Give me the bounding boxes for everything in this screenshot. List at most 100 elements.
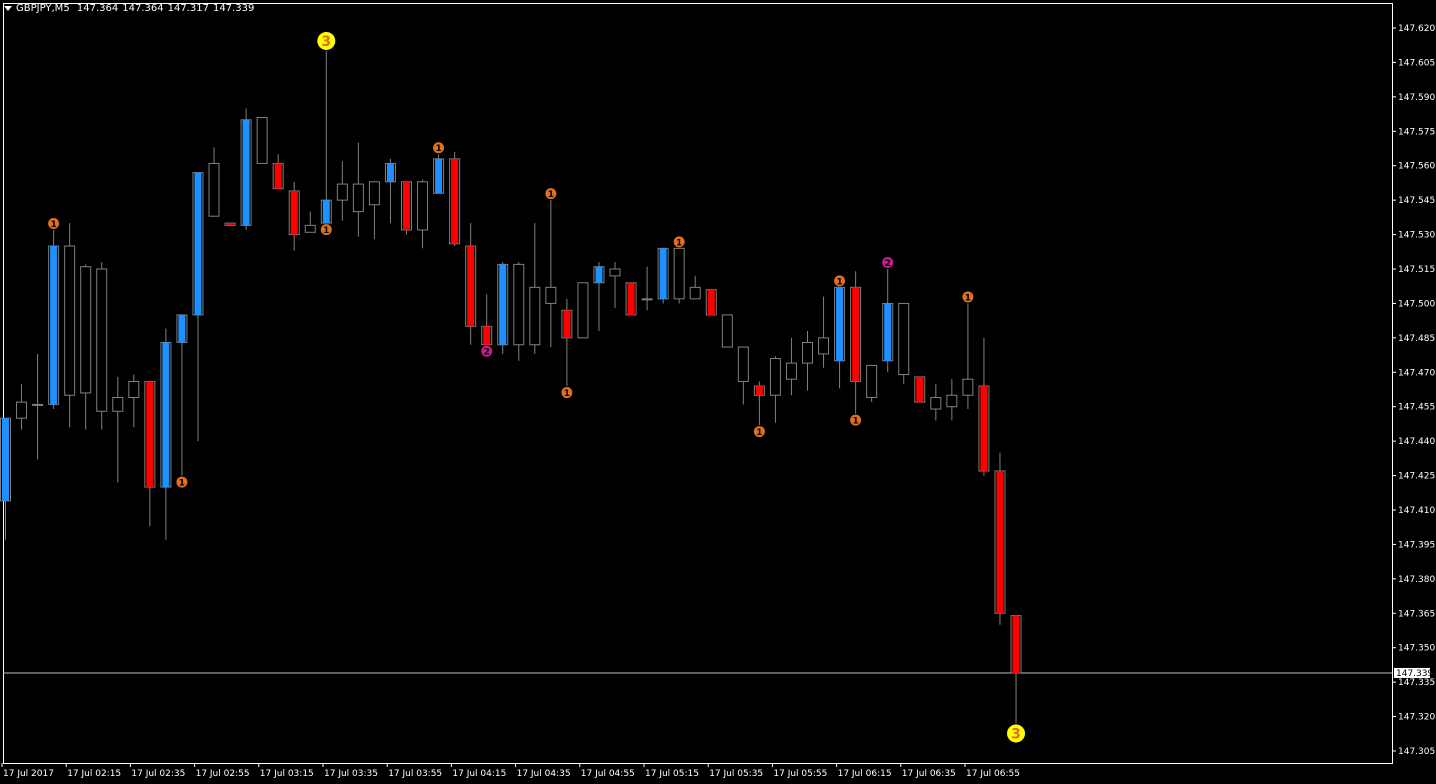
signal-marker-label: 3 [1011, 726, 1021, 742]
candle-body [980, 386, 988, 471]
candle-body [322, 200, 330, 224]
y-tick-label: 147.395 [1398, 540, 1435, 550]
x-tick-label: 17 Jul 05:55 [773, 769, 827, 779]
y-tick-label: 147.575 [1398, 127, 1435, 137]
candles-layer [0, 50, 1022, 724]
signal-marker-label: 1 [965, 293, 971, 303]
candle-body [996, 470, 1004, 614]
candle-body [916, 376, 924, 403]
candle [561, 298, 573, 387]
x-tick-label: 17 Jul 02:15 [67, 769, 121, 779]
signal-marker: 2 [481, 345, 493, 358]
candle [721, 314, 733, 348]
candle-body [162, 342, 170, 488]
signal-marker: 1 [850, 414, 862, 427]
candle-body [274, 163, 282, 189]
x-tick-label: 17 Jul 02:55 [196, 769, 250, 779]
price-chart[interactable]: 113112111111213 147.620147.605147.590147… [0, 0, 1436, 784]
y-tick-label: 147.515 [1398, 265, 1435, 275]
candle [609, 262, 621, 309]
candle-body [930, 397, 942, 410]
candle-body [50, 246, 58, 405]
candle [240, 108, 252, 230]
y-tick-label: 147.425 [1398, 472, 1435, 482]
candle [930, 383, 942, 421]
candle [417, 179, 429, 249]
current-price-label: 147.339 [1396, 669, 1433, 679]
x-tick-label: 17 Jul 04:35 [517, 769, 571, 779]
candle-body [513, 263, 525, 346]
signal-marker: 1 [962, 291, 974, 303]
candle [176, 314, 188, 476]
candle [737, 346, 749, 405]
candle-body [689, 286, 701, 300]
candle [946, 379, 958, 421]
time-axis: 17 Jul 2017 17 Jul 02:15 17 Jul 02:35 17 Ju… [1, 763, 1020, 779]
chart-frame [3, 3, 1393, 764]
candle [433, 154, 445, 194]
y-tick-label: 147.620 [1398, 24, 1435, 34]
candle [802, 330, 813, 391]
candle [641, 266, 653, 311]
candle [288, 181, 300, 251]
candle [16, 383, 28, 430]
candle [272, 154, 284, 190]
signal-marker: 3 [1007, 724, 1026, 743]
x-tick-label: 17 Jul 06:55 [966, 769, 1020, 779]
candle [1010, 615, 1022, 724]
candle [144, 380, 156, 527]
y-tick-label: 147.350 [1398, 644, 1435, 654]
signal-marker-label: 1 [676, 238, 682, 248]
chart-border [3, 3, 1393, 764]
candle-body [146, 381, 154, 488]
x-tick-label: 17 Jul 05:15 [645, 769, 699, 779]
y-tick-label: 147.380 [1398, 575, 1435, 585]
candle [818, 296, 830, 368]
candle-body [2, 418, 9, 501]
y-tick-label: 147.530 [1398, 231, 1435, 241]
candle [48, 229, 60, 410]
candle-body [80, 266, 92, 394]
candle-body [659, 248, 667, 299]
candle-body [336, 183, 348, 201]
signal-marker: 1 [561, 387, 573, 399]
candle-body [737, 346, 749, 382]
y-tick-label: 147.440 [1398, 437, 1435, 447]
candle [80, 264, 92, 430]
candle [208, 147, 220, 217]
signal-marker-label: 1 [323, 226, 329, 236]
candle [962, 303, 974, 410]
candle [352, 142, 364, 237]
signal-marker: 1 [545, 188, 557, 200]
candle [481, 294, 493, 346]
candle-body [563, 310, 571, 338]
candle-body [417, 181, 429, 231]
candle [224, 222, 236, 226]
candle [384, 158, 396, 224]
candle [0, 417, 11, 540]
candle [497, 262, 509, 354]
signal-marker-label: 1 [435, 144, 441, 154]
candle [304, 211, 316, 233]
candle-body [946, 394, 958, 408]
signal-marker: 1 [433, 142, 445, 154]
signal-marker: 2 [882, 257, 894, 269]
y-tick-label: 147.470 [1398, 368, 1435, 378]
candle [256, 117, 268, 164]
signal-marker-label: 3 [321, 34, 331, 50]
signal-marker-label: 1 [50, 220, 56, 230]
candle [160, 328, 172, 540]
y-tick-label: 147.500 [1398, 299, 1435, 309]
signal-marker: 1 [834, 275, 846, 287]
candle [449, 151, 461, 247]
candle [898, 302, 910, 384]
candle-body [208, 162, 220, 217]
candle [593, 262, 605, 331]
candle [577, 282, 589, 339]
candle [994, 452, 1006, 625]
candle [64, 223, 76, 428]
x-tick-label: 17 Jul 2017 [3, 769, 54, 779]
candle [112, 376, 124, 483]
candle-body [64, 245, 76, 396]
candle [513, 262, 525, 361]
